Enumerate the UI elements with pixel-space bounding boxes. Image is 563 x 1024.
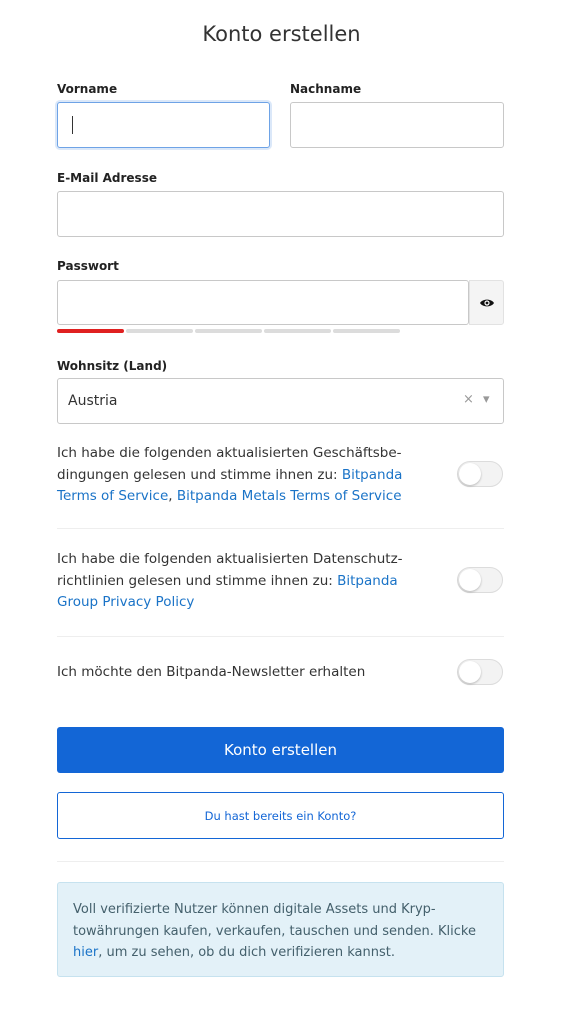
password-strength-segment — [264, 329, 331, 333]
first-name-label: Vorname — [57, 82, 118, 96]
toggle-knob — [459, 463, 481, 485]
show-password-button[interactable] — [469, 280, 504, 325]
terms-consent-text: Ich habe die folgenden aktualisierten Ge… — [57, 445, 403, 504]
divider — [57, 861, 504, 862]
toggle-knob — [459, 569, 481, 591]
toggle-knob — [459, 661, 481, 683]
password-field[interactable] — [57, 280, 469, 325]
terms-toggle[interactable] — [457, 461, 503, 487]
newsletter-consent-text: Ich möchte den Bitpanda-Newsletter erhal… — [57, 664, 366, 680]
residence-label: Wohnsitz (Land) — [57, 359, 168, 373]
password-strength-segment — [126, 329, 193, 333]
first-name-field[interactable] — [57, 102, 270, 148]
create-account-button[interactable]: Konto erstellen — [57, 727, 504, 773]
divider — [57, 636, 504, 637]
metals-terms-link[interactable]: Bitpanda Metals Terms of Service — [177, 488, 402, 504]
password-strength-segment — [195, 329, 262, 333]
email-label: E-Mail Adresse — [57, 171, 157, 185]
residence-select[interactable]: Austria × ▾ — [57, 378, 504, 424]
password-label: Passwort — [57, 259, 119, 273]
divider — [57, 528, 504, 529]
login-button[interactable]: Du hast bereits ein Konto? — [57, 792, 504, 839]
password-strength-segment — [333, 329, 400, 333]
verification-info-box: Voll verifizierte Nutzer können digitale… — [57, 882, 504, 977]
privacy-consent-text: Ich habe die folgenden aktualisierten Da… — [57, 551, 403, 610]
last-name-label: Nachname — [290, 82, 362, 96]
password-strength-segment — [57, 329, 124, 333]
close-icon[interactable]: × — [463, 392, 474, 407]
chevron-down-icon[interactable]: ▾ — [483, 392, 490, 407]
text-caret — [72, 116, 73, 134]
page-title: Konto erstellen — [202, 22, 361, 46]
eye-icon — [479, 299, 494, 306]
privacy-toggle[interactable] — [457, 567, 503, 593]
newsletter-toggle[interactable] — [457, 659, 503, 685]
last-name-field[interactable] — [290, 102, 504, 148]
verification-here-link[interactable]: hier — [73, 945, 98, 960]
email-field[interactable] — [57, 191, 504, 237]
residence-value: Austria — [68, 393, 118, 409]
